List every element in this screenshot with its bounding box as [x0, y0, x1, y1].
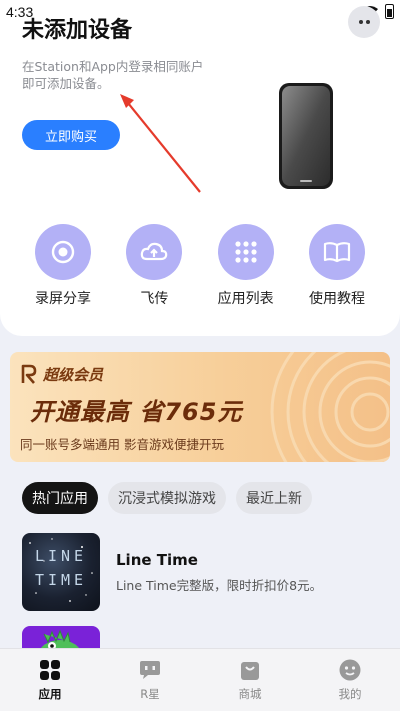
subtitle-line-1: 在Station和App内登录相同账户: [22, 59, 204, 74]
vip-banner[interactable]: 超级会员 开通最高 省765元 同一账号多端通用 影音游戏便捷开玩: [10, 352, 390, 462]
quick-action-tutorial[interactable]: 使用教程: [296, 224, 378, 308]
nav-item-apps[interactable]: 应用: [15, 658, 85, 702]
book-icon: [308, 224, 365, 280]
quick-action-fly-transfer[interactable]: 飞传: [113, 224, 195, 308]
nav-label: R星: [140, 687, 160, 701]
vip-rings-decoration: [270, 352, 390, 462]
nav-label: 应用: [38, 687, 62, 701]
tab-immersive-sim[interactable]: 沉浸式模拟游戏: [108, 482, 226, 514]
app-thumb-text-1: LINE: [34, 547, 88, 565]
tab-hot-apps[interactable]: 热门应用: [22, 482, 98, 514]
book-glyph: [323, 242, 351, 263]
app-thumbnail: LINE TIME: [22, 533, 100, 611]
device-card: 4:33 未添加设备 在Station和App内登录相同账户 即可添加设备。 立…: [0, 0, 400, 336]
buy-now-button[interactable]: 立即购买: [22, 120, 120, 150]
chat-icon: [140, 661, 160, 679]
profile-icon: [339, 659, 361, 681]
quick-action-record-share[interactable]: 录屏分享: [22, 224, 104, 308]
cloud-upload-glyph: [141, 242, 168, 261]
quick-action-label: 应用列表: [217, 291, 274, 307]
nav-item-rstar[interactable]: R星: [115, 658, 185, 702]
shopping-bag-icon: [241, 662, 259, 680]
category-tabs: 热门应用 沉浸式模拟游戏 最近上新: [22, 482, 312, 514]
more-dot: [358, 20, 363, 24]
apps-icon: [40, 660, 60, 680]
tab-new-arrivals[interactable]: 最近上新: [236, 482, 312, 514]
quick-actions: 录屏分享 飞传 应用列表 使用教程: [22, 224, 378, 308]
vip-logo-icon: [21, 364, 37, 384]
nav-label: 商城: [238, 687, 262, 701]
app-grid-glyph: [235, 241, 257, 263]
app-description: Line Time完整版，限时折扣价8元。: [116, 578, 323, 593]
app-list-item[interactable]: LINE TIME Line Time Line Time完整版，限时折扣价8元…: [22, 533, 382, 611]
record-screen-icon: [35, 224, 91, 280]
more-dot: [365, 20, 370, 24]
app-thumb-text-2: TIME: [34, 571, 88, 589]
quick-action-label: 飞传: [140, 291, 169, 307]
app-name: Line Time: [116, 551, 198, 569]
app-grid-icon: [217, 224, 274, 280]
subtitle: 在Station和App内登录相同账户 即可添加设备。: [22, 58, 222, 92]
arrow-annotation: [120, 94, 201, 193]
nav-item-store[interactable]: 商城: [215, 658, 285, 702]
page-title: 未添加设备: [22, 18, 133, 43]
battery-icon: [385, 4, 394, 19]
more-button[interactable]: [348, 6, 380, 38]
quick-action-label: 使用教程: [308, 291, 365, 307]
quick-action-label: 录屏分享: [35, 291, 91, 307]
cloud-upload-icon: [126, 224, 183, 280]
nav-item-mine[interactable]: 我的: [315, 658, 385, 702]
nav-label: 我的: [338, 687, 362, 701]
record-screen-glyph: [51, 240, 75, 264]
quick-action-app-list[interactable]: 应用列表: [205, 224, 287, 308]
phone-image: [279, 83, 333, 189]
vip-headline: 开通最高 省765元: [30, 398, 243, 426]
vip-subtitle: 同一账号多端通用 影音游戏便捷开玩: [20, 437, 224, 452]
bottom-navigation: 应用 R星 商城 我的: [0, 648, 400, 711]
vip-title: 超级会员: [43, 366, 104, 384]
